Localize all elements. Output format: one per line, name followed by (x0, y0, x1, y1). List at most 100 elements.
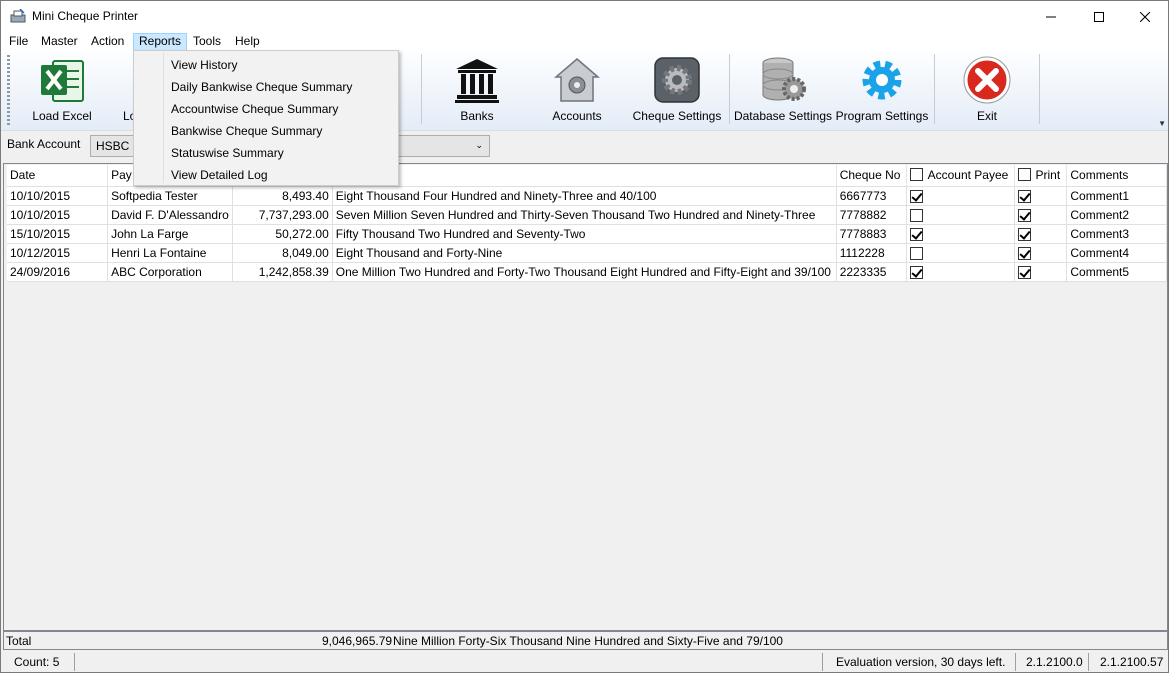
print-checkbox[interactable] (1017, 265, 1031, 279)
cell-cheque-no[interactable]: 7778883 (836, 224, 907, 244)
menu-item-statuswise-summary[interactable]: Statuswise Summary (171, 146, 284, 160)
menu-help[interactable]: Help (230, 33, 265, 51)
print-checkbox[interactable] (1017, 227, 1031, 241)
account-payee-checkbox[interactable] (909, 265, 923, 279)
cell-words[interactable]: Eight Thousand Four Hundred and Ninety-T… (332, 186, 837, 206)
cell-cheque-no[interactable]: 1112228 (836, 243, 907, 263)
cell-comments[interactable]: Comment3 (1066, 224, 1167, 244)
select-all-account-payee-checkbox[interactable] (909, 168, 923, 182)
cell-date[interactable]: 10/10/2015 (7, 186, 109, 206)
cell-comments[interactable]: Comment5 (1066, 262, 1167, 282)
cell-print[interactable] (1014, 205, 1068, 225)
status-evaluation: Evaluation version, 30 days left. (836, 655, 1006, 669)
cell-comments[interactable]: Comment4 (1066, 243, 1167, 263)
menu-tools[interactable]: Tools (188, 33, 226, 51)
cell-print[interactable] (1014, 186, 1068, 206)
cell-payee[interactable]: David F. D'Alessandro (107, 205, 233, 225)
cell-words[interactable]: Fifty Thousand Two Hundred and Seventy-T… (332, 224, 837, 244)
exit-label: Exit (976, 109, 997, 123)
banks-button[interactable]: Banks (431, 51, 523, 129)
cell-date[interactable]: 10/10/2015 (7, 205, 109, 225)
cell-payee[interactable]: John La Farge (107, 224, 233, 244)
cell-words[interactable]: One Million Two Hundred and Forty-Two Th… (332, 262, 837, 282)
toolbar-grip[interactable] (7, 55, 10, 125)
cell-date[interactable]: 15/10/2015 (7, 224, 109, 244)
account-payee-header-label: Account Payee (927, 168, 1009, 183)
cell-cheque-no[interactable]: 7778882 (836, 205, 907, 225)
status-version: 2.1.2100.0 (1026, 655, 1083, 669)
menu-file[interactable]: File (4, 33, 33, 51)
menu-reports[interactable]: Reports (133, 33, 188, 51)
account-payee-checkbox[interactable] (909, 246, 923, 260)
cell-amount[interactable]: 1,242,858.39 (232, 262, 333, 282)
cell-payee[interactable]: ABC Corporation (107, 262, 233, 282)
column-header-cheque-no[interactable]: Cheque No (836, 165, 907, 187)
cell-amount[interactable]: 8,493.40 (232, 186, 333, 206)
print-checkbox[interactable] (1017, 208, 1031, 222)
account-payee-checkbox[interactable] (909, 189, 923, 203)
accounts-button[interactable]: Accounts (531, 51, 623, 129)
cell-amount[interactable]: 7,737,293.00 (232, 205, 333, 225)
account-payee-checkbox[interactable] (909, 227, 923, 241)
menu-item-view-history[interactable]: View History (171, 58, 237, 72)
load-excel-button[interactable]: Load Excel (17, 51, 107, 129)
table-row[interactable]: 10/12/2015 Henri La Fontaine 8,049.00 Ei… (7, 243, 1167, 263)
cell-amount[interactable]: 8,049.00 (232, 243, 333, 263)
cell-amount[interactable]: 50,272.00 (232, 224, 333, 244)
cell-payee[interactable]: Softpedia Tester (107, 186, 233, 206)
table-row[interactable]: 24/09/2016 ABC Corporation 1,242,858.39 … (7, 262, 1167, 282)
cell-words[interactable]: Seven Million Seven Hundred and Thirty-S… (332, 205, 837, 225)
cheque-grid[interactable]: Date Pay Words Cheque No Account Payee P… (3, 163, 1168, 631)
cell-cheque-no[interactable]: 2223335 (836, 262, 907, 282)
menu-item-daily-bankwise-summary[interactable]: Daily Bankwise Cheque Summary (171, 80, 352, 94)
cell-comments[interactable]: Comment1 (1066, 186, 1167, 206)
gear-icon (862, 60, 902, 100)
bank-icon (455, 59, 499, 103)
close-button[interactable] (1122, 1, 1168, 32)
exit-button[interactable]: Exit (941, 51, 1033, 129)
cell-print[interactable] (1014, 262, 1068, 282)
print-checkbox[interactable] (1017, 246, 1031, 260)
column-header-print[interactable]: Print (1014, 165, 1068, 187)
cell-account-payee[interactable] (906, 205, 1015, 225)
cell-print[interactable] (1014, 224, 1068, 244)
toolbar-overflow-icon[interactable]: ▼ (1158, 119, 1166, 128)
print-checkbox[interactable] (1017, 189, 1031, 203)
table-row[interactable]: 10/10/2015 Softpedia Tester 8,493.40 Eig… (7, 186, 1167, 206)
cell-comments[interactable]: Comment2 (1066, 205, 1167, 225)
column-header-words[interactable]: Words (332, 165, 837, 187)
hidden-toolbar-button[interactable]: Lo (117, 51, 133, 129)
cell-account-payee[interactable] (906, 186, 1015, 206)
cell-cheque-no[interactable]: 6667773 (836, 186, 907, 206)
cheque-settings-button[interactable]: Cheque Settings (629, 51, 725, 129)
table-row[interactable]: 10/10/2015 David F. D'Alessandro 7,737,2… (7, 205, 1167, 225)
database-settings-button[interactable]: Database Settings (733, 51, 833, 129)
table-row[interactable]: 15/10/2015 John La Farge 50,272.00 Fifty… (7, 224, 1167, 244)
select-all-print-checkbox[interactable] (1017, 168, 1031, 182)
menu-master[interactable]: Master (36, 33, 83, 51)
program-settings-button[interactable]: Program Settings (835, 51, 929, 129)
menu-action[interactable]: Action (86, 33, 129, 51)
menu-item-bankwise-summary[interactable]: Bankwise Cheque Summary (171, 124, 322, 138)
minimize-button[interactable] (1028, 1, 1074, 32)
column-header-date[interactable]: Date (7, 165, 109, 187)
chevron-down-icon: ⌄ (475, 140, 483, 150)
cell-date[interactable]: 10/12/2015 (7, 243, 109, 263)
database-gear-icon (762, 57, 806, 101)
gear-box-icon (654, 57, 700, 103)
maximize-button[interactable] (1076, 1, 1122, 32)
cell-account-payee[interactable] (906, 262, 1015, 282)
column-header-comments[interactable]: Comments (1066, 165, 1167, 187)
exit-icon (963, 56, 1011, 104)
status-build: 2.1.2100.57 (1100, 655, 1164, 669)
cell-print[interactable] (1014, 243, 1068, 263)
cell-words[interactable]: Eight Thousand and Forty-Nine (332, 243, 837, 263)
cell-account-payee[interactable] (906, 243, 1015, 263)
menu-item-view-detailed-log[interactable]: View Detailed Log (171, 168, 268, 182)
menu-item-accountwise-summary[interactable]: Accountwise Cheque Summary (171, 102, 338, 116)
cell-payee[interactable]: Henri La Fontaine (107, 243, 233, 263)
account-payee-checkbox[interactable] (909, 208, 923, 222)
cell-account-payee[interactable] (906, 224, 1015, 244)
column-header-account-payee[interactable]: Account Payee (906, 165, 1015, 187)
cell-date[interactable]: 24/09/2016 (7, 262, 109, 282)
